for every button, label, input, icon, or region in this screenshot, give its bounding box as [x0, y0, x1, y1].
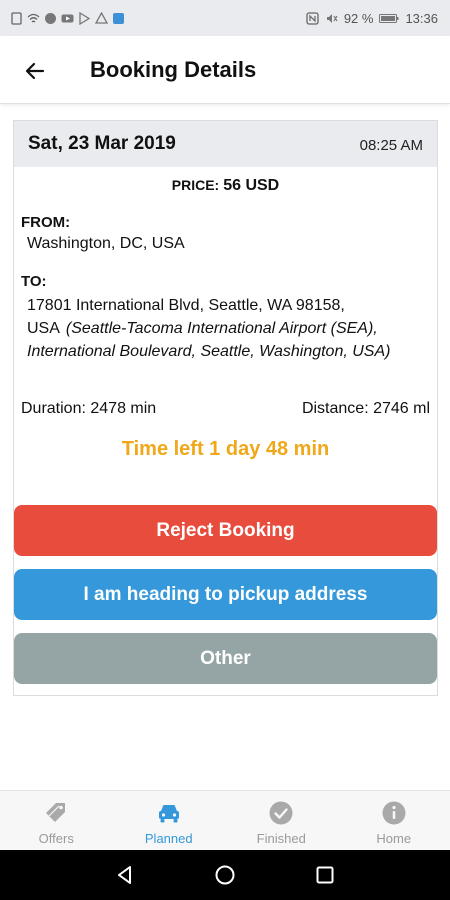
- back-button[interactable]: [20, 56, 50, 86]
- app-notification-icon: [44, 12, 57, 25]
- triangle-back-icon: [118, 866, 131, 884]
- tag-icon: [43, 800, 69, 826]
- booking-time: 08:25 AM: [359, 137, 423, 154]
- check-circle-icon: [268, 800, 294, 826]
- time-left: Time left 1 day 48 min: [121, 438, 330, 460]
- youtube-icon: [61, 12, 74, 25]
- clock: 13:36: [405, 10, 438, 26]
- system-recents-button[interactable]: [313, 863, 337, 887]
- price-row: PRICE: 56 USD: [14, 177, 437, 195]
- battery-percent: 92 %: [343, 10, 374, 26]
- tab-planned[interactable]: Planned: [113, 791, 226, 851]
- system-home-button[interactable]: [213, 863, 237, 887]
- car-icon: [156, 800, 182, 826]
- booking-date: Sat, 23 Mar 2019: [28, 133, 176, 154]
- price-value: 56 USD: [223, 177, 280, 194]
- mute-icon: [325, 12, 338, 25]
- status-bar: 92 % 13:36: [0, 0, 450, 36]
- from-address: Washington, DC, USA: [27, 235, 185, 252]
- app-badge-icon: [112, 12, 125, 25]
- sim-card-icon: [10, 11, 23, 25]
- trip-distance: Distance: 2746 ml: [301, 400, 430, 417]
- booking-card: Sat, 23 Mar 2019 08:25 AM PRICE: 56 USD F…: [13, 120, 438, 696]
- system-status: 92 % 13:36: [306, 0, 438, 36]
- booking-header: Sat, 23 Mar 2019 08:25 AM: [14, 121, 437, 167]
- notification-icons: [10, 0, 125, 36]
- tab-label: Planned: [144, 831, 193, 846]
- from-label: FROM:: [21, 214, 71, 231]
- other-button[interactable]: Other: [14, 633, 437, 684]
- circle-home-icon: [215, 865, 235, 885]
- reject-booking-button[interactable]: Reject Booking: [14, 505, 437, 556]
- tab-label: Offers: [38, 831, 74, 846]
- trip-duration: Duration: 2478 min: [21, 400, 157, 417]
- wifi-icon: [27, 12, 40, 25]
- price-label: PRICE:: [171, 177, 220, 193]
- bottom-navigation: Offers Planned Finished Home: [0, 790, 450, 850]
- tab-label: Home: [376, 831, 412, 846]
- arrow-left-icon: [25, 62, 45, 80]
- tab-label: Finished: [256, 831, 306, 846]
- system-navigation-bar: [0, 850, 450, 900]
- tab-offers[interactable]: Offers: [0, 791, 113, 851]
- to-address-block: 17801 International Blvd, Seattle, WA 98…: [27, 294, 432, 363]
- battery-icon: [379, 12, 399, 25]
- app-bar: Booking Details: [0, 36, 450, 104]
- play-store-icon: [78, 11, 91, 25]
- info-icon: [381, 800, 407, 826]
- page-title: Booking Details: [90, 57, 257, 82]
- to-address-detail: (Seattle-Tacoma International Airport (S…: [27, 320, 391, 360]
- tab-home[interactable]: Home: [338, 791, 450, 851]
- tab-finished[interactable]: Finished: [225, 791, 338, 851]
- square-recents-icon: [316, 866, 334, 884]
- system-back-button[interactable]: [113, 863, 137, 887]
- heading-to-pickup-button[interactable]: I am heading to pickup address: [14, 569, 437, 620]
- nfc-icon: [306, 11, 319, 25]
- drive-icon: [95, 11, 108, 25]
- to-label: TO:: [21, 273, 47, 290]
